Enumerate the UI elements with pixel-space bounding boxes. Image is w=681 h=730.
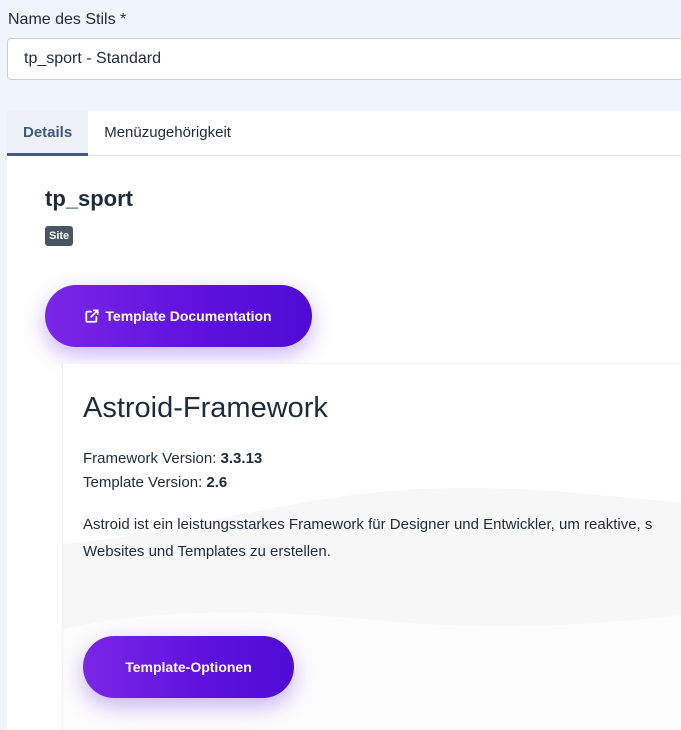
template-version-label: Template Version: xyxy=(83,474,203,491)
template-version: Template Version: 2.6 xyxy=(83,474,227,491)
astroid-description: Astroid ist ein leistungsstarkes Framewo… xyxy=(83,511,681,565)
style-name-label: Name des Stils * xyxy=(8,11,127,28)
site-badge: Site xyxy=(45,226,74,246)
template-name-heading: tp_sport xyxy=(45,186,133,211)
template-documentation-label: Template Documentation xyxy=(105,308,272,324)
astroid-title: Astroid-Framework xyxy=(83,392,328,424)
framework-version: Framework Version: 3.3.13 xyxy=(83,450,262,467)
astroid-description-line-2: Websites und Templates zu erstellen. xyxy=(83,543,331,560)
details-panel: tp_sport Site Template Documentation Ast… xyxy=(7,156,681,730)
style-name-input[interactable]: tp_sport - Standard xyxy=(7,38,681,80)
framework-version-label: Framework Version: xyxy=(83,450,217,467)
template-documentation-button[interactable]: Template Documentation xyxy=(45,285,312,347)
template-options-label: Template-Optionen xyxy=(125,659,252,675)
tab-bar: Details Menüzugehörigkeit xyxy=(7,111,681,156)
template-style-edit-page: Name des Stils * tp_sport - Standard Det… xyxy=(0,0,681,730)
astroid-description-line-1: Astroid ist ein leistungsstarkes Framewo… xyxy=(83,516,653,533)
template-version-value: 2.6 xyxy=(206,474,228,491)
template-options-button[interactable]: Template-Optionen xyxy=(83,636,294,698)
tab-details[interactable]: Details xyxy=(7,111,89,156)
astroid-framework-card: Astroid-Framework Framework Version: 3.3… xyxy=(62,363,681,730)
framework-version-value: 3.3.13 xyxy=(220,450,263,467)
tab-menu-assignment[interactable]: Menüzugehörigkeit xyxy=(88,111,247,156)
external-link-icon xyxy=(85,309,99,323)
